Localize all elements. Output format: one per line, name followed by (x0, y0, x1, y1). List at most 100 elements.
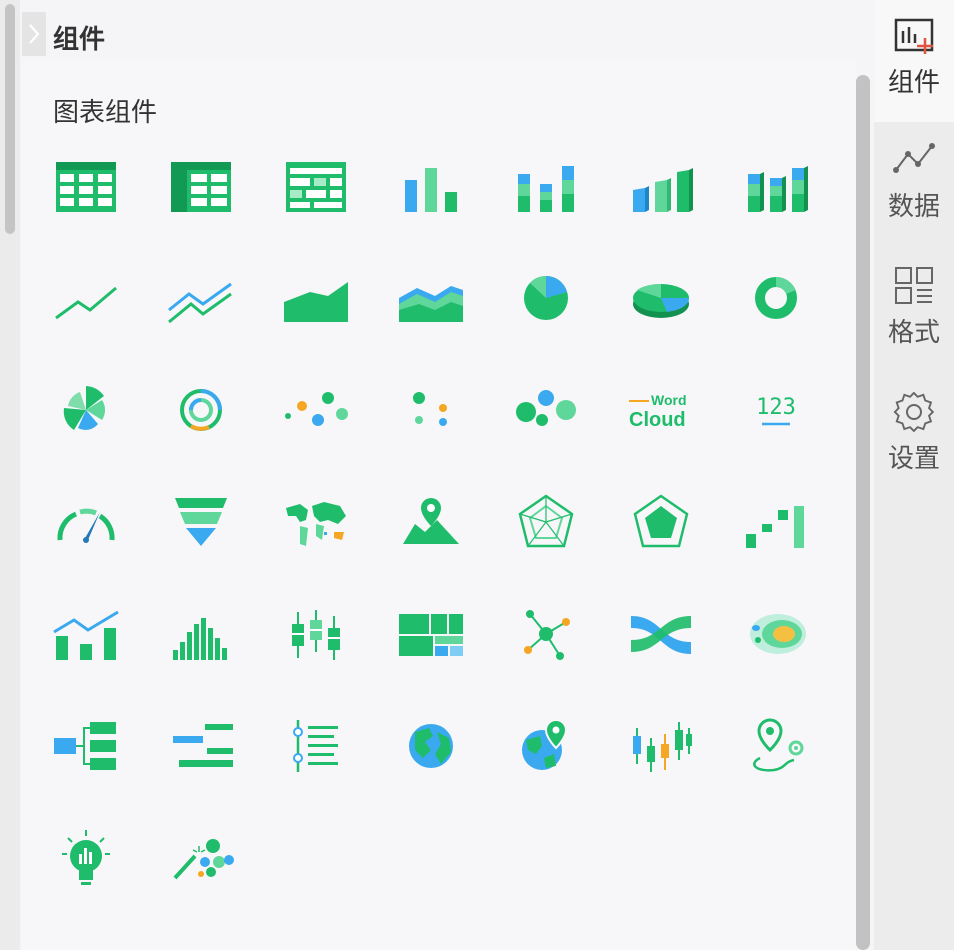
globe-icon (408, 724, 453, 768)
3d-bar-chart-icon (632, 168, 693, 212)
component-globe[interactable] (373, 690, 488, 802)
component-cross-table[interactable] (143, 130, 258, 242)
component-gauge-chart[interactable] (28, 466, 143, 578)
component-stacked-bar-chart[interactable] (488, 130, 603, 242)
component-rose-chart[interactable] (28, 354, 143, 466)
grouped-table-icon (285, 162, 346, 212)
component-relation-graph[interactable] (488, 578, 603, 690)
donut-chart-icon (754, 277, 797, 319)
component-waterfall-chart[interactable] (718, 466, 833, 578)
component-sankey-chart[interactable] (603, 578, 718, 690)
scatter-chart-icon (284, 392, 348, 426)
component-bubble-chart[interactable] (488, 354, 603, 466)
component-candlestick-chart[interactable] (603, 690, 718, 802)
stacked-bar-chart-icon (517, 166, 574, 212)
component-scatter-chart[interactable] (258, 354, 373, 466)
word-cloud-icon: Word Cloud (628, 392, 687, 431)
component-list-scrollbar[interactable] (856, 75, 870, 950)
component-line-chart[interactable] (28, 242, 143, 354)
location-map-icon (402, 498, 459, 544)
collapse-panel-button[interactable] (22, 12, 46, 56)
combo-chart-icon (52, 610, 119, 660)
line-chart-icon (54, 286, 117, 320)
stacked-area-chart-icon (398, 286, 463, 322)
component-filled-radar-chart[interactable] (603, 466, 718, 578)
3d-stacked-bar-chart-icon (747, 166, 808, 212)
world-map-icon (285, 502, 346, 546)
tree-chart-icon (53, 722, 116, 770)
component-list: 图表组件 Word Cloud 123 (22, 60, 856, 950)
component-histogram[interactable] (143, 578, 258, 690)
histogram-icon (172, 618, 227, 660)
component-location-map[interactable] (373, 466, 488, 578)
component-panel: 组件 图表组件 Word Cloud 123 组件 数据 格式 设置 (0, 0, 954, 950)
sankey-chart-icon (630, 616, 691, 654)
tab-format[interactable]: 格式 (874, 250, 954, 372)
component-multi-ring-chart[interactable] (143, 354, 258, 466)
right-tab-bar: 组件 数据 格式 设置 (874, 0, 954, 950)
multi-ring-chart-icon (179, 389, 222, 431)
component-donut-chart[interactable] (718, 242, 833, 354)
component-heat-map[interactable] (718, 578, 833, 690)
component-3d-bar-chart[interactable] (603, 130, 718, 242)
tab-format-label: 格式 (887, 318, 940, 348)
add-component-icon (894, 18, 934, 54)
component-tree-chart[interactable] (28, 690, 143, 802)
component-route-map[interactable] (718, 690, 833, 802)
component-insight[interactable] (28, 802, 143, 914)
layout-grid-icon (895, 267, 933, 304)
tab-data[interactable]: 数据 (874, 124, 954, 246)
word-cloud-word: Word (651, 392, 687, 408)
candlestick-chart-icon (632, 722, 692, 772)
bar-chart-icon (404, 168, 457, 212)
treemap-icon (398, 614, 463, 656)
component-grouped-table[interactable] (258, 130, 373, 242)
insight-bulb-icon (61, 830, 110, 885)
number-card-icon: 123 (756, 395, 795, 426)
component-world-map[interactable] (258, 466, 373, 578)
panel-title: 组件 (53, 25, 106, 55)
rose-chart-icon (63, 386, 105, 430)
waterfall-chart-icon (745, 506, 804, 548)
component-bar-chart[interactable] (373, 130, 488, 242)
3d-pie-chart-icon (632, 283, 689, 318)
route-map-icon (752, 718, 803, 772)
table-icon (55, 162, 116, 212)
tab-components[interactable]: 组件 (874, 0, 954, 122)
gantt-chart-icon (172, 724, 233, 767)
component-area-chart[interactable] (258, 242, 373, 354)
component-smart-chart[interactable] (143, 802, 258, 914)
component-gantt-chart[interactable] (143, 690, 258, 802)
tab-data-label: 数据 (887, 192, 940, 222)
component-funnel-chart[interactable] (143, 466, 258, 578)
component-timeline[interactable] (258, 690, 373, 802)
relation-graph-icon (523, 610, 570, 660)
pie-chart-icon (523, 276, 568, 320)
component-stacked-area-chart[interactable] (373, 242, 488, 354)
component-radar-chart[interactable] (488, 466, 603, 578)
component-3d-pie-chart[interactable] (603, 242, 718, 354)
outer-scrollbar-thumb[interactable] (5, 4, 15, 234)
component-treemap[interactable] (373, 578, 488, 690)
box-plot-icon (291, 610, 340, 660)
bubble-chart-icon (515, 390, 576, 426)
area-chart-icon (283, 282, 348, 322)
component-multi-line-chart[interactable] (143, 242, 258, 354)
word-cloud-cloud: Cloud (629, 409, 686, 431)
component-globe-marker[interactable] (488, 690, 603, 802)
component-table[interactable] (28, 130, 143, 242)
data-line-icon (893, 143, 935, 173)
component-number-card[interactable]: 123 (718, 354, 833, 466)
tab-settings[interactable]: 设置 (874, 376, 954, 498)
component-pie-chart[interactable] (488, 242, 603, 354)
smart-chart-icon (173, 839, 234, 880)
component-box-plot[interactable] (258, 578, 373, 690)
component-combo-chart[interactable] (28, 578, 143, 690)
filled-radar-chart-icon (633, 494, 688, 548)
outer-scrollbar[interactable] (0, 0, 20, 950)
component-word-cloud[interactable]: Word Cloud (603, 354, 718, 466)
component-dot-chart[interactable] (373, 354, 488, 466)
tab-settings-label: 设置 (887, 444, 940, 474)
component-3d-stacked-bar-chart[interactable] (718, 130, 833, 242)
dot-chart-icon (412, 392, 447, 426)
